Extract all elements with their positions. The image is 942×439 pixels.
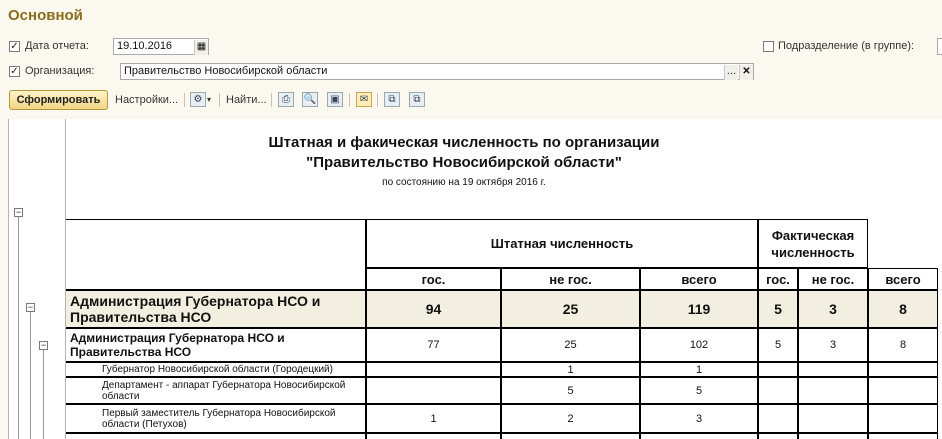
table-cell bbox=[798, 377, 868, 404]
subdivision-field[interactable] bbox=[937, 38, 942, 55]
table-cell bbox=[758, 433, 798, 439]
table-row-name bbox=[66, 433, 366, 439]
print-icon[interactable]: ⎙ bbox=[278, 92, 294, 107]
table-row-name: Администрация Губернатора НСО и Правител… bbox=[66, 290, 366, 328]
grouping-tree: − − − bbox=[8, 119, 66, 439]
collapse-icon[interactable]: − bbox=[39, 341, 48, 350]
table-cell bbox=[868, 377, 938, 404]
table-cell: 2 bbox=[501, 404, 640, 433]
table-cell bbox=[366, 433, 501, 439]
tree-line bbox=[43, 347, 44, 439]
save-icon[interactable]: ▣ bbox=[327, 92, 343, 107]
table-cell: 3 bbox=[798, 328, 868, 362]
date-field[interactable]: 19.10.2016 ▦ bbox=[113, 38, 209, 55]
table-cell bbox=[758, 404, 798, 433]
chevron-down-icon[interactable]: ▾ bbox=[207, 90, 211, 110]
date-value: 19.10.2016 bbox=[117, 40, 173, 52]
table-cell bbox=[798, 404, 868, 433]
table-cell: 5 bbox=[758, 328, 798, 362]
table-cell: 5 bbox=[501, 377, 640, 404]
header-staff-total: всего bbox=[640, 268, 758, 290]
date-label: Дата отчета: bbox=[25, 40, 89, 52]
toolbar-separator bbox=[184, 93, 185, 107]
table-cell: 25 bbox=[501, 290, 640, 328]
header-staff-ne-gos: не гос. bbox=[501, 268, 640, 290]
report-sheet: Штатная и факическая численность по орга… bbox=[66, 119, 942, 439]
window-title: Основной bbox=[8, 7, 83, 24]
table-cell bbox=[366, 377, 501, 404]
header-actual-ne-gos: не гос. bbox=[798, 268, 868, 290]
header-actual: Фактическая численность bbox=[758, 219, 868, 268]
header-staff: Штатная численность bbox=[366, 219, 758, 268]
copy-icon[interactable]: ⧉ bbox=[384, 92, 400, 107]
collapse-icon[interactable]: − bbox=[26, 303, 35, 312]
calendar-icon[interactable]: ▦ bbox=[194, 40, 208, 55]
header-actual-gos: гос. bbox=[758, 268, 798, 290]
table-cell: 1 bbox=[640, 362, 758, 377]
table-cell: 1 bbox=[501, 362, 640, 377]
table-cell bbox=[640, 433, 758, 439]
organization-label: Организация: bbox=[25, 65, 95, 77]
table-cell: 94 bbox=[366, 290, 501, 328]
table-cell bbox=[798, 362, 868, 377]
subdivision-checkbox[interactable] bbox=[763, 41, 774, 52]
table-cell: 5 bbox=[640, 377, 758, 404]
tree-line bbox=[18, 214, 19, 439]
organization-checkbox[interactable]: ✓ bbox=[9, 66, 20, 77]
report-subtitle: по состоянию на 19 октября 2016 г. bbox=[382, 177, 546, 188]
clear-icon[interactable]: ✕ bbox=[739, 65, 753, 80]
settings-button[interactable]: Настройки... bbox=[115, 90, 178, 110]
table-cell: 25 bbox=[501, 328, 640, 362]
table-cell: 3 bbox=[640, 404, 758, 433]
mail-icon[interactable]: ✉ bbox=[356, 92, 372, 107]
table-cell bbox=[758, 377, 798, 404]
toolbar-separator bbox=[219, 93, 220, 107]
table-cell bbox=[868, 362, 938, 377]
table-row-name: Губернатор Новосибирской области (Городе… bbox=[66, 362, 366, 377]
table-cell bbox=[798, 433, 868, 439]
table-cell: 8 bbox=[868, 290, 938, 328]
table-cell: 8 bbox=[868, 328, 938, 362]
select-ellipsis-icon[interactable]: … bbox=[724, 65, 738, 80]
date-checkbox[interactable]: ✓ bbox=[9, 41, 20, 52]
preview-icon[interactable]: 🔍 bbox=[302, 92, 318, 107]
table-cell: 1 bbox=[366, 404, 501, 433]
toolbar-separator bbox=[271, 93, 272, 107]
table-row-name: Первый заместитель Губернатора Новосибир… bbox=[66, 404, 366, 433]
table-cell: 77 bbox=[366, 328, 501, 362]
find-button[interactable]: Найти... bbox=[226, 90, 267, 110]
toolbar-separator bbox=[377, 93, 378, 107]
table-row-name: Департамент - аппарат Губернатора Новоси… bbox=[66, 377, 366, 404]
table-row-name: Администрация Губернатора НСО и Правител… bbox=[66, 328, 366, 362]
subdivision-label: Подразделение (в группе): bbox=[778, 40, 915, 52]
collapse-icon[interactable]: − bbox=[14, 208, 23, 217]
toolbar-separator bbox=[349, 93, 350, 107]
header-staff-gos: гос. bbox=[366, 268, 501, 290]
gear-icon[interactable]: ⚙ bbox=[190, 92, 206, 107]
table-cell bbox=[501, 433, 640, 439]
organization-value: Правительство Новосибирской области bbox=[124, 65, 328, 77]
tree-line bbox=[30, 309, 31, 439]
table-cell bbox=[758, 362, 798, 377]
table-cell: 102 bbox=[640, 328, 758, 362]
organization-field[interactable]: Правительство Новосибирской области … ✕ bbox=[120, 63, 754, 80]
report-title-line2: "Правительство Новосибирской области" bbox=[306, 154, 622, 171]
table-cell bbox=[366, 362, 501, 377]
table-cell bbox=[868, 433, 938, 439]
table-cell: 3 bbox=[798, 290, 868, 328]
paste-icon[interactable]: ⧉ bbox=[409, 92, 425, 107]
table-cell: 119 bbox=[640, 290, 758, 328]
header-name-cell bbox=[66, 219, 366, 290]
table-cell: 5 bbox=[758, 290, 798, 328]
report-title-line1: Штатная и факическая численность по орга… bbox=[268, 134, 660, 151]
table-cell bbox=[868, 404, 938, 433]
header-actual-total: всего bbox=[868, 268, 938, 290]
generate-button[interactable]: Сформировать bbox=[9, 90, 108, 110]
